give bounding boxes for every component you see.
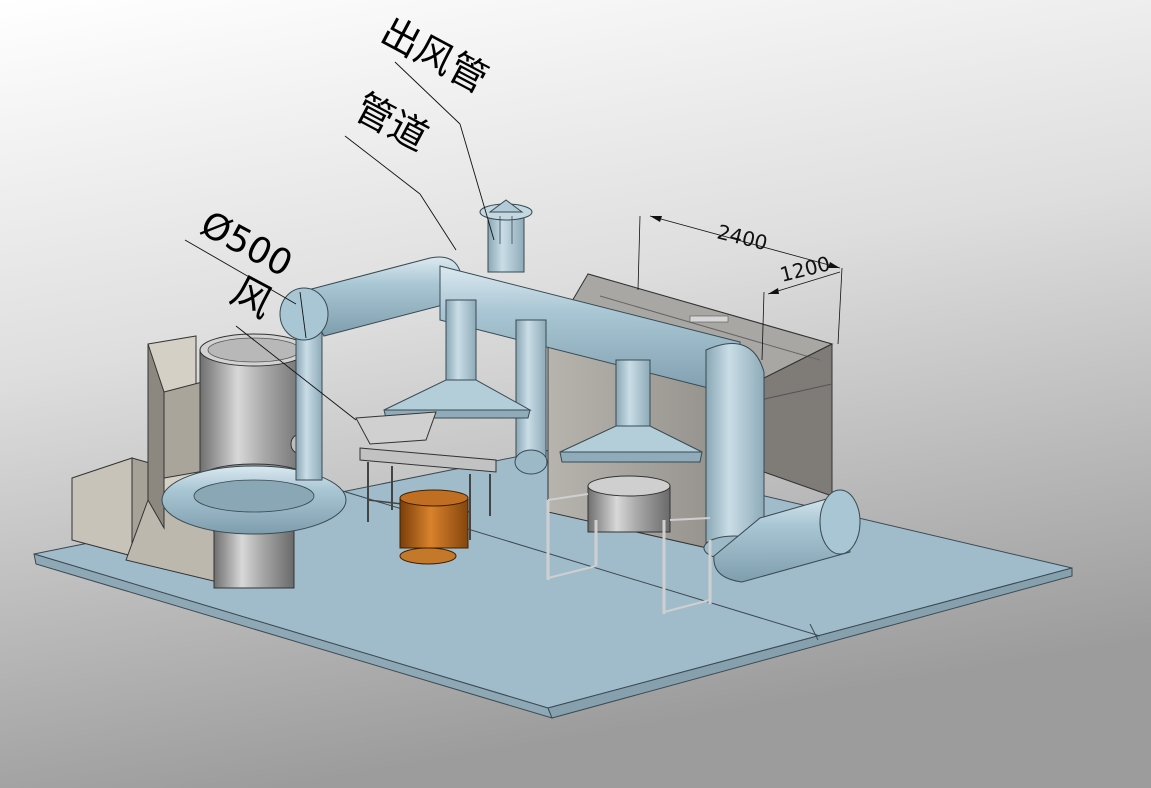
downpipe-center-end	[514, 449, 548, 475]
cad-scene[interactable]: 出风管 管道 Ø500 风 2400 1200	[0, 0, 1151, 788]
cylinder-tower	[199, 333, 309, 589]
cad-viewport[interactable]: 出风管 管道 Ø500 风 2400 1200	[0, 0, 1151, 788]
riser-duct-left	[295, 319, 323, 481]
outlet-stack	[479, 199, 533, 273]
downpipe-hood-1	[445, 299, 477, 387]
downpipe-center	[515, 319, 547, 461]
downpipe-hood-2	[615, 359, 651, 431]
